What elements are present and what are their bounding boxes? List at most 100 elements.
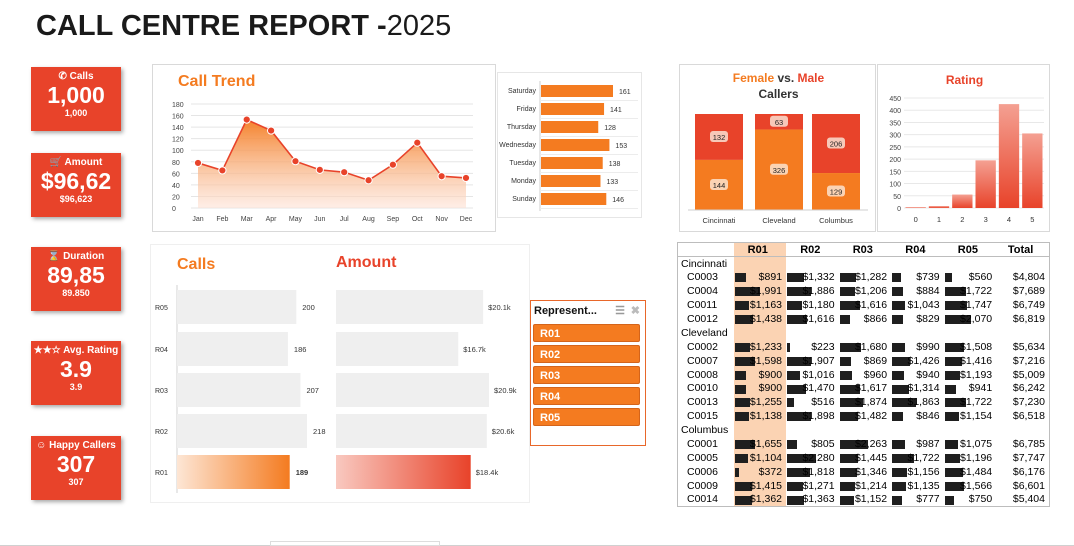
table-row[interactable]: C0008 $900 $1,016 $960 $940 $1,193 $5,009 — [678, 367, 1050, 382]
table-cell: $941 — [944, 382, 997, 396]
kpi-calls-value: 1,000 — [47, 82, 105, 108]
table-group-row[interactable]: Cincinnati — [678, 256, 1050, 271]
table-row[interactable]: C0010 $900 $1,470 $1,617 $1,314 $941 $6,242 — [678, 381, 1050, 396]
table-row-id: C0001 — [687, 438, 718, 451]
table-group-row[interactable]: Cleveland — [678, 325, 1050, 340]
table-data-bar — [787, 342, 790, 352]
table-row[interactable]: C0013 $1,255 $516 $1,874 $1,863 $1,722 $7,230 — [678, 395, 1050, 410]
slicer-title: Represent... — [534, 305, 597, 317]
table-row[interactable]: C0006 $372 $1,818 $1,346 $1,156 $1,484 $6,176 — [678, 464, 1050, 479]
clear-filter-icon[interactable]: ✖ — [631, 304, 640, 317]
weekday-chart: Saturday 161 Friday 141 Thursday 128 Wednesday… — [499, 81, 638, 211]
table-cell: $516 — [786, 395, 839, 409]
table-header-total[interactable]: Total — [996, 242, 1050, 257]
call-trend-panel[interactable]: Call Trend 0 20 40 60 80 100 120 140 160 180 Jan Fe… — [152, 64, 496, 232]
weekday-value: 153 — [615, 143, 627, 150]
table-cell-total: $7,230 — [996, 395, 1049, 409]
rating-panel[interactable]: Rating 0 50 100 150 200 250 300 350 400 450 0 1 2 3 4 5 — [877, 64, 1050, 232]
weekday-bar — [541, 121, 599, 133]
table-cell: $805 — [786, 437, 839, 451]
rep-amount-bar — [336, 290, 484, 324]
table-header-r04[interactable]: R04 — [891, 242, 944, 257]
table-cell: $869 — [839, 354, 892, 368]
rating-xtick: 4 — [1007, 215, 1011, 224]
table-cell-value: $1,617 — [854, 382, 888, 395]
trend-xtick: Aug — [362, 216, 375, 223]
trend-xtick: Jul — [340, 216, 349, 223]
weekday-value: 141 — [610, 107, 622, 114]
weekday-bar — [541, 175, 601, 187]
table-header-r02[interactable]: R02 — [786, 242, 839, 257]
table-row[interactable]: C0015 $1,138 $1,898 $1,482 $846 $1,154 $6,518 — [678, 409, 1050, 424]
table-cell-value: $1,214 — [854, 479, 888, 492]
table-group-row[interactable]: Columbus — [678, 423, 1050, 438]
table-row-id: C0011 — [687, 299, 718, 312]
table-header-r01[interactable]: R01 — [733, 242, 787, 257]
slicer-item-r05[interactable]: R05 — [533, 408, 640, 426]
table-cell-value: $1,346 — [854, 465, 888, 478]
slicer-item-r04[interactable]: R04 — [533, 387, 640, 405]
table-cell-value: $2,280 — [802, 451, 835, 464]
phone-icon: ✆ — [58, 71, 67, 82]
title-text: CALL CENTRE REPORT - — [36, 10, 387, 42]
table-row[interactable]: C0003 $891 $1,332 $1,282 $739 $560 $4,804 — [678, 270, 1050, 285]
table-cell-value: $6,785 — [1012, 438, 1045, 451]
table-data-bar — [839, 495, 855, 505]
weekday-bar — [541, 139, 610, 151]
trend-ytick: 60 — [172, 171, 180, 178]
slicer-item-r02[interactable]: R02 — [533, 345, 640, 363]
table-cell-value: $2,263 — [854, 438, 888, 451]
slicer-item-r01[interactable]: R01 — [533, 324, 640, 342]
table-cell-value: $1,818 — [802, 465, 835, 478]
table-cell: $1,271 — [786, 479, 839, 493]
sheet-tab-strip[interactable] — [270, 541, 440, 546]
gender-panel[interactable]: Female vs. Male Callers 132 144 Cincinnati… — [679, 64, 876, 232]
weekday-panel[interactable]: Saturday 161 Friday 141 Thursday 128 Wednesday… — [497, 72, 642, 218]
trend-ytick: 0 — [172, 206, 176, 213]
table-cell: $1,747 — [944, 298, 997, 312]
representative-slicer[interactable]: Represent... ☰ ✖ R01 R02 R03 R04 R05 — [530, 300, 646, 446]
table-cell: $1,214 — [839, 479, 892, 493]
table-row[interactable]: C0012 $1,438 $1,616 $866 $829 $2,070 $6,819 — [678, 312, 1050, 326]
weekday-bar — [541, 103, 605, 115]
trend-xtick: Jun — [314, 216, 325, 223]
table-cell: $1,075 — [944, 437, 997, 451]
table-data-bar — [734, 453, 749, 463]
table-cell: $1,104 — [733, 450, 787, 465]
table-cell-total: $6,601 — [996, 479, 1049, 493]
table-row[interactable]: C0009 $1,415 $1,271 $1,214 $1,135 $1,566 $6,60… — [678, 478, 1050, 493]
table-header-r03[interactable]: R03 — [838, 242, 892, 257]
table-row[interactable]: C0005 $1,104 $2,280 $1,445 $1,722 $1,196 $7,74… — [678, 450, 1050, 465]
table-cell-total: $5,404 — [996, 493, 1049, 507]
table-row-id: C0008 — [687, 368, 718, 381]
table-cell: $884 — [891, 284, 944, 298]
table-data-bar — [892, 384, 909, 394]
table-cell-value: $1,482 — [854, 410, 888, 423]
table-row[interactable]: C0001 $1,655 $805 $2,263 $987 $1,075 $6,785 — [678, 437, 1050, 451]
table-cell: $1,680 — [839, 340, 892, 354]
table-row[interactable]: C0002 $1,233 $223 $1,680 $990 $1,508 $5,634 — [678, 339, 1050, 354]
rep-calls-bar — [177, 290, 297, 324]
table-cell-value: $891 — [758, 271, 783, 284]
table-header-r05[interactable]: R05 — [943, 242, 997, 257]
table-cell: $2,263 — [839, 437, 892, 451]
multiselect-icon[interactable]: ☰ — [615, 304, 625, 317]
table-cell-value: $1,508 — [960, 340, 993, 353]
table-cell-total: $5,634 — [996, 340, 1049, 354]
table-data-bar — [839, 315, 851, 325]
table-row[interactable]: C0007 $1,598 $1,907 $869 $1,426 $1,416 $7,216 — [678, 353, 1050, 368]
rep-amount-bar — [336, 373, 489, 407]
table-cell-value: $884 — [916, 285, 940, 298]
rep-panel[interactable]: Calls Amount R05 200 R04 186 R03 207 R02 218 R01… — [150, 244, 530, 503]
table-group-cell — [733, 423, 787, 438]
table-row[interactable]: C0004 $1,991 $1,886 $1,206 $884 $1,722 $7,689 — [678, 284, 1050, 299]
weekday-label: Wednesday — [499, 142, 536, 149]
rep-calls-bar — [177, 414, 307, 448]
table-data-bar — [892, 495, 902, 505]
table-cell-value: $516 — [811, 396, 835, 409]
table-row[interactable]: C0011 $1,163 $1,180 $1,616 $1,043 $1,747 $6,74… — [678, 298, 1050, 313]
slicer-item-r03[interactable]: R03 — [533, 366, 640, 384]
table-cell: $2,280 — [786, 451, 839, 465]
table-cell: $1,196 — [944, 451, 997, 465]
table-row[interactable]: C0014 $1,362 $1,363 $1,152 $777 $750 $5,404 — [678, 492, 1050, 507]
